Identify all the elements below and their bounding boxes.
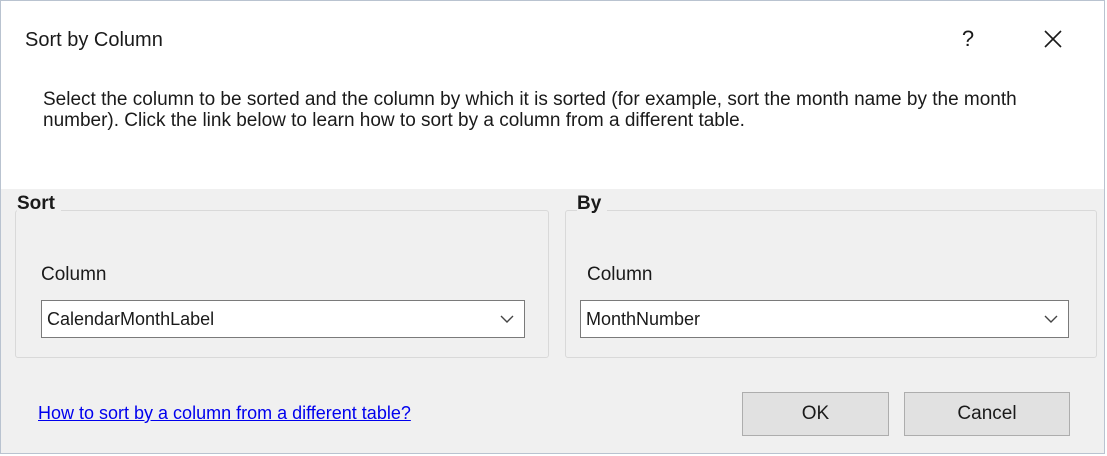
dialog-description: Select the column to be sorted and the c… [43, 89, 1017, 131]
by-group-header: By [577, 193, 608, 215]
dialog-title: Sort by Column [25, 29, 163, 51]
close-button[interactable] [1037, 23, 1069, 55]
chevron-down-icon [500, 315, 514, 323]
sort-column-value: CalendarMonthLabel [47, 309, 215, 329]
close-icon [1044, 30, 1062, 48]
sort-by-column-dialog: Sort by Column ? Select the column to be… [0, 0, 1105, 454]
chevron-down-icon [1044, 315, 1058, 323]
dialog-header-area: Sort by Column ? Select the column to be… [1, 1, 1104, 189]
cancel-button[interactable]: Cancel [904, 392, 1070, 436]
by-column-dropdown[interactable]: MonthNumber [580, 300, 1069, 338]
sort-help-link[interactable]: How to sort by a column from a different… [38, 403, 411, 424]
sort-group-header: Sort [17, 193, 61, 215]
sort-column-label: Column [41, 264, 107, 285]
by-column-value: MonthNumber [586, 309, 701, 329]
sort-column-dropdown[interactable]: CalendarMonthLabel [41, 300, 525, 338]
by-column-label: Column [587, 264, 653, 285]
help-button[interactable]: ? [956, 23, 980, 55]
ok-button[interactable]: OK [742, 392, 889, 436]
